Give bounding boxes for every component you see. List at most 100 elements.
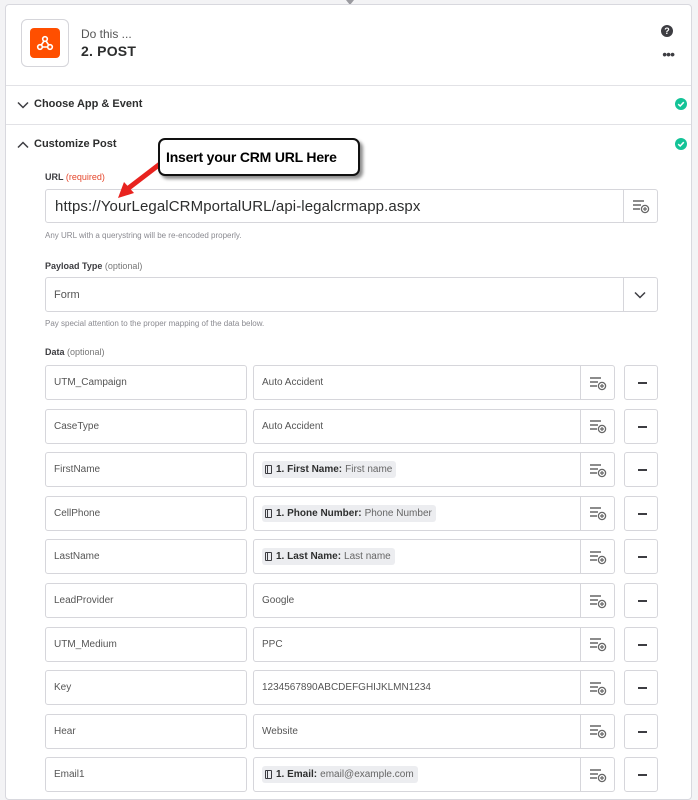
- key-text: CaseType: [54, 420, 100, 432]
- payload-type-select[interactable]: Form: [45, 277, 658, 312]
- insert-field-icon: [590, 507, 607, 521]
- data-value-input[interactable]: PPC: [253, 626, 615, 662]
- pill-value: First name: [345, 464, 393, 476]
- insert-field-icon: [590, 463, 607, 477]
- value-text: PPC: [262, 638, 283, 650]
- insert-data-button[interactable]: [580, 627, 614, 661]
- optional-tag: (optional): [104, 261, 143, 271]
- data-row: Hear Website: [45, 713, 658, 749]
- required-tag: (required): [65, 172, 105, 182]
- data-key-input[interactable]: UTM_Medium: [45, 626, 247, 662]
- mapped-field-pill[interactable]: 1. Phone Number: Phone Number: [262, 504, 436, 522]
- insert-data-button[interactable]: [580, 453, 614, 487]
- field-token-icon: [265, 465, 272, 475]
- data-row: CellPhone 1. Phone Number: Phone Number: [45, 495, 658, 531]
- data-value-input[interactable]: Website: [253, 713, 615, 749]
- data-row: CaseType Auto Accident: [45, 408, 658, 444]
- step-header: Do this ... 2. POST ? •••: [6, 5, 691, 86]
- insert-data-button[interactable]: [580, 758, 614, 792]
- key-text: Hear: [54, 725, 76, 737]
- remove-row-button[interactable]: [624, 626, 658, 662]
- data-value-input[interactable]: 1234567890ABCDEFGHIJKLMN1234: [253, 670, 615, 706]
- data-row: Email1 1. Email: email@example.com: [45, 757, 658, 793]
- data-key-input[interactable]: CellPhone: [45, 495, 247, 531]
- data-key-input[interactable]: Key: [45, 670, 247, 706]
- insert-data-button[interactable]: [580, 366, 614, 399]
- key-text: UTM_Campaign: [54, 377, 127, 388]
- remove-row-button[interactable]: [624, 495, 658, 531]
- key-text: Key: [54, 682, 72, 694]
- insert-data-button[interactable]: [580, 714, 614, 748]
- pill-label: 1. Email:: [276, 769, 318, 781]
- data-value-input[interactable]: 1. Last Name: Last name: [253, 539, 615, 575]
- payload-type-label-text: Payload Type: [45, 261, 103, 271]
- insert-field-icon: [590, 376, 607, 390]
- payload-type-label: Payload Type (optional): [45, 261, 142, 271]
- annotation-callout: Insert your CRM URL Here: [158, 138, 360, 176]
- data-value-input[interactable]: 1. Phone Number: Phone Number: [253, 495, 615, 531]
- insert-field-icon: [590, 769, 607, 783]
- insert-field-icon: [590, 594, 607, 608]
- data-key-input[interactable]: LastName: [45, 539, 247, 575]
- pill-label: 1. Phone Number:: [276, 507, 362, 519]
- section-label: Customize Post: [34, 138, 117, 150]
- insert-data-button[interactable]: [580, 496, 614, 530]
- key-text: FirstName: [54, 464, 101, 476]
- data-row: UTM_Medium PPC: [45, 626, 658, 662]
- data-value-input[interactable]: Auto Accident: [253, 365, 615, 400]
- remove-row-button[interactable]: [624, 452, 658, 488]
- pill-label: 1. Last Name:: [276, 551, 342, 563]
- step-title[interactable]: 2. POST: [81, 43, 136, 59]
- remove-row-button[interactable]: [624, 757, 658, 793]
- section-choose-app-event[interactable]: Choose App & Event: [6, 86, 691, 125]
- data-row: LastName 1. Last Name: Last name: [45, 539, 658, 575]
- insert-data-button[interactable]: [580, 584, 614, 617]
- data-value-input[interactable]: Google: [253, 583, 615, 618]
- mapped-field-pill[interactable]: 1. Email: email@example.com: [262, 766, 418, 784]
- data-key-input[interactable]: FirstName: [45, 452, 247, 488]
- data-row: LeadProvider Google: [45, 583, 658, 618]
- data-key-input[interactable]: UTM_Campaign: [45, 365, 247, 400]
- data-row: Key 1234567890ABCDEFGHIJKLMN1234: [45, 670, 658, 706]
- app-icon-container[interactable]: [21, 19, 69, 67]
- data-value-input[interactable]: Auto Accident: [253, 408, 615, 444]
- check-circle-icon: [675, 138, 687, 150]
- remove-row-button[interactable]: [624, 539, 658, 575]
- chevron-down-icon: [634, 291, 646, 299]
- ellipsis-icon[interactable]: •••: [662, 47, 675, 61]
- key-text: LastName: [54, 551, 100, 563]
- data-key-input[interactable]: Hear: [45, 713, 247, 749]
- mapped-field-pill[interactable]: 1. Last Name: Last name: [262, 548, 395, 566]
- value-text: Auto Accident: [262, 377, 324, 388]
- field-token-icon: [265, 770, 272, 780]
- data-value-input[interactable]: 1. Email: email@example.com: [253, 757, 615, 793]
- pill-value: email@example.com: [320, 769, 414, 781]
- remove-row-button[interactable]: [624, 408, 658, 444]
- data-key-input[interactable]: LeadProvider: [45, 583, 247, 618]
- remove-row-button[interactable]: [624, 583, 658, 618]
- data-key-input[interactable]: Email1: [45, 757, 247, 793]
- field-token-icon: [265, 552, 272, 562]
- insert-data-button[interactable]: [623, 190, 657, 222]
- remove-row-button[interactable]: [624, 365, 658, 400]
- data-value-input[interactable]: 1. First Name: First name: [253, 452, 615, 488]
- data-label-text: Data: [45, 347, 65, 357]
- dropdown-button[interactable]: [623, 278, 657, 311]
- url-label: URL (required): [45, 172, 105, 182]
- pill-value: Phone Number: [364, 507, 432, 519]
- insert-data-button[interactable]: [580, 671, 614, 705]
- remove-row-button[interactable]: [624, 670, 658, 706]
- pill-label: 1. First Name:: [276, 464, 343, 476]
- question-circle-icon[interactable]: ?: [661, 25, 673, 37]
- insert-data-button[interactable]: [580, 540, 614, 574]
- data-row: FirstName 1. First Name: First name: [45, 452, 658, 488]
- webhook-icon: [30, 28, 60, 58]
- remove-row-button[interactable]: [624, 713, 658, 749]
- value-text: Website: [262, 725, 298, 737]
- data-key-input[interactable]: CaseType: [45, 408, 247, 444]
- value-text: Google: [262, 595, 295, 606]
- insert-data-button[interactable]: [580, 409, 614, 443]
- mapped-field-pill[interactable]: 1. First Name: First name: [262, 461, 397, 479]
- key-text: LeadProvider: [54, 595, 114, 606]
- key-text: Email1: [54, 769, 85, 781]
